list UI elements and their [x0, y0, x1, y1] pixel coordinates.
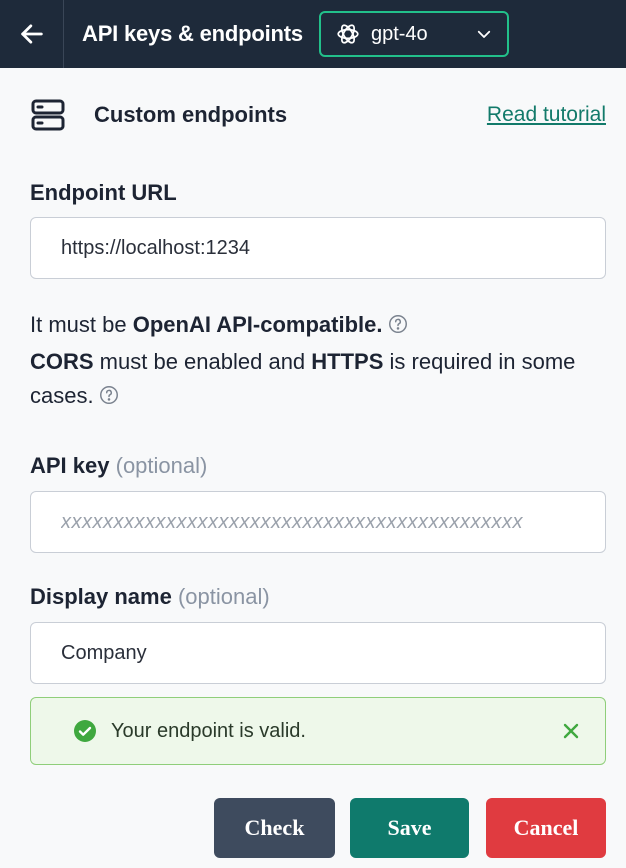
- validation-success-alert: Your endpoint is valid.: [30, 697, 606, 765]
- display-name-label: Display name (optional): [30, 584, 270, 610]
- optional-hint: (optional): [177, 584, 270, 609]
- status-message: Your endpoint is valid.: [111, 719, 306, 742]
- page-title: API keys & endpoints: [82, 21, 303, 46]
- server-icon: [31, 99, 65, 131]
- app-header: API keys & endpoints gpt-4o: [0, 0, 626, 68]
- cancel-button[interactable]: Cancel: [486, 798, 606, 858]
- endpoint-url-label: Endpoint URL: [30, 180, 177, 205]
- section-header: Custom endpoints Read tutorial: [30, 95, 606, 135]
- help-bold-text: CORS: [30, 349, 94, 374]
- close-icon[interactable]: [559, 719, 583, 743]
- api-key-label-text: API key: [30, 453, 110, 478]
- question-circle-icon[interactable]: [387, 311, 409, 345]
- display-name-label-text: Display name: [30, 584, 172, 609]
- api-key-label: API key (optional): [30, 453, 207, 479]
- section-title: Custom endpoints: [94, 102, 288, 127]
- read-tutorial-link[interactable]: Read tutorial: [487, 103, 606, 127]
- chevron-down-icon: [475, 25, 493, 43]
- endpoint-url-input[interactable]: [30, 217, 606, 279]
- endpoint-help-text: It must be OpenAI API-compatible. CORS m…: [30, 308, 610, 416]
- save-button[interactable]: Save: [350, 798, 469, 858]
- arrow-left-icon: [20, 24, 43, 44]
- back-button[interactable]: [0, 0, 64, 68]
- help-bold-text: HTTPS: [311, 349, 384, 374]
- check-circle-icon: [74, 720, 96, 742]
- help-text: It must be: [30, 312, 133, 337]
- help-text: must be enabled and: [93, 349, 312, 374]
- check-button[interactable]: Check: [214, 798, 335, 858]
- api-key-input[interactable]: [30, 491, 606, 553]
- model-name: gpt-4o: [370, 22, 428, 45]
- display-name-input[interactable]: [30, 622, 606, 684]
- question-circle-icon[interactable]: [98, 382, 120, 416]
- model-selector[interactable]: gpt-4o: [318, 11, 509, 57]
- optional-hint: (optional): [115, 453, 208, 478]
- help-bold-text: OpenAI API-compatible.: [132, 312, 383, 337]
- openai-logo-icon: [337, 24, 359, 44]
